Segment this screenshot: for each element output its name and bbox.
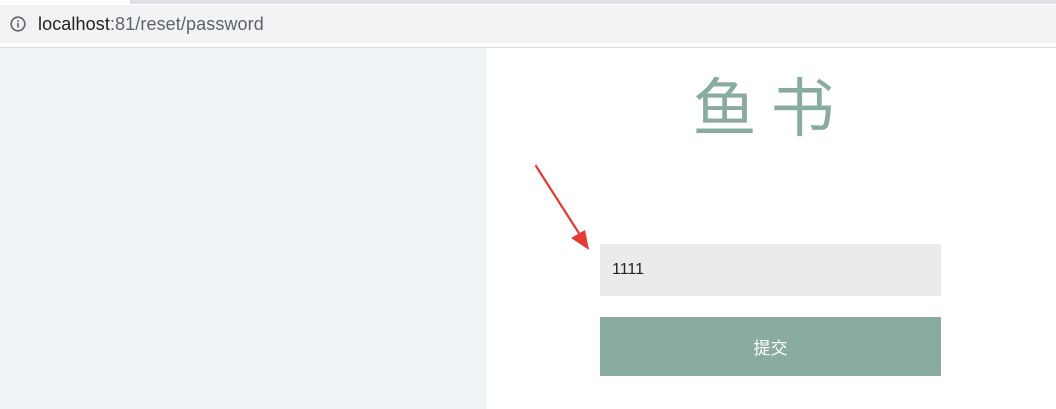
annotation-arrow-icon [534, 164, 589, 250]
url-path: :81/reset/password [109, 13, 264, 34]
url-text[interactable]: localhost:81/reset/password [38, 14, 264, 35]
submit-button[interactable]: 提交 [600, 317, 941, 376]
browser-toolbar: localhost:81/reset/password [0, 0, 1056, 48]
code-input[interactable] [600, 244, 941, 296]
tab-strip [0, 0, 1056, 4]
active-tab[interactable] [0, 0, 130, 4]
url-host: localhost [38, 13, 110, 34]
info-icon[interactable] [10, 16, 26, 32]
browser-window: localhost:81/reset/password 鱼书 提交 [0, 0, 1056, 409]
address-bar[interactable]: localhost:81/reset/password [0, 5, 1056, 43]
left-panel [0, 48, 486, 409]
brand-title: 鱼书 [692, 73, 849, 147]
